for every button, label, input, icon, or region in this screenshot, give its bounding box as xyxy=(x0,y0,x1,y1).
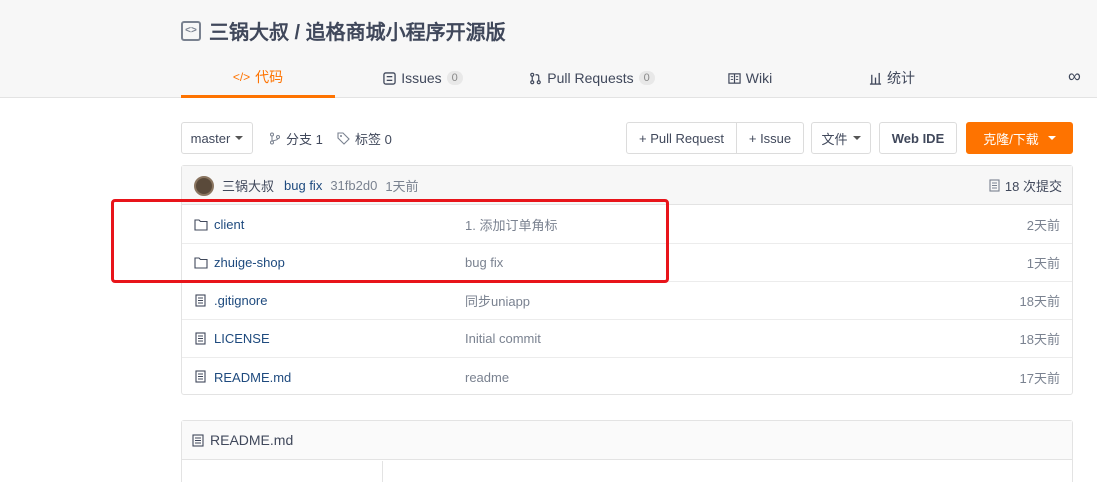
file-icon xyxy=(195,294,206,307)
commit-time: 1天前 xyxy=(385,179,419,194)
tab-code[interactable]: </> 代码 xyxy=(181,58,335,98)
repo-toolbar: master 分支 1 标签 0 + Pull Request + Issue … xyxy=(181,122,1073,154)
file-name[interactable]: .gitignore xyxy=(214,293,267,308)
files-dropdown-label: 文件 xyxy=(821,131,848,147)
commit-count-link[interactable]: 18 次提交 xyxy=(989,166,1062,205)
tab-wiki[interactable]: Wiki xyxy=(695,58,805,98)
tab-stats-label: 统计 xyxy=(887,70,915,86)
readme-header: README.md xyxy=(182,421,1072,460)
new-issue-button[interactable]: + Issue xyxy=(736,122,804,154)
table-row[interactable]: zhuige-shop bug fix 1天前 xyxy=(182,244,1072,282)
new-pull-request-button[interactable]: + Pull Request xyxy=(626,122,737,154)
pull-request-icon xyxy=(530,72,542,84)
clone-download-label: 克隆/下载 xyxy=(983,131,1039,147)
tab-issues[interactable]: Issues 0 xyxy=(355,58,491,98)
clone-download-button[interactable]: 克隆/下载 xyxy=(966,122,1073,154)
file-name[interactable]: LICENSE xyxy=(214,331,270,346)
tab-pull-requests[interactable]: Pull Requests 0 xyxy=(505,58,679,98)
pull-requests-count-badge: 0 xyxy=(638,71,655,85)
branch-select-label: master xyxy=(190,130,231,146)
file-date: 17天前 xyxy=(1019,370,1060,386)
folder-icon xyxy=(194,219,208,231)
file-date: 1天前 xyxy=(1026,256,1060,271)
readme-title: README.md xyxy=(210,432,294,448)
commit-count-label: 18 次提交 xyxy=(1004,179,1062,194)
stats-icon xyxy=(869,72,882,85)
issues-count-badge: 0 xyxy=(446,71,463,85)
branches-label: 分支 1 xyxy=(286,131,323,147)
file-icon xyxy=(989,179,1000,192)
repo-title: <> 三锅大叔 / 追格商城小程序开源版 xyxy=(181,16,506,45)
branch-icon xyxy=(270,132,280,144)
code-icon: </> xyxy=(232,69,251,84)
tab-issues-label: Issues xyxy=(401,70,442,86)
tag-icon xyxy=(337,131,350,145)
file-icon xyxy=(195,332,206,345)
file-commit-message[interactable]: Initial commit xyxy=(465,331,541,346)
commit-hash[interactable]: 31fb2d0 xyxy=(330,178,377,193)
commit-author[interactable]: 三锅大叔 xyxy=(222,176,274,195)
tab-stats[interactable]: 统计 xyxy=(837,58,947,98)
readme-panel: README.md xyxy=(181,420,1073,482)
last-commit-bar: 三锅大叔 bug fix 31fb2d0 1天前 18 次提交 xyxy=(182,166,1072,205)
chevron-down-icon xyxy=(852,136,861,140)
repo-header: <> 三锅大叔 / 追格商城小程序开源版 </> 代码 Issues 0 Pul… xyxy=(0,0,1097,98)
branches-link[interactable]: 分支 1 xyxy=(269,122,323,154)
table-row[interactable]: LICENSE Initial commit 18天前 xyxy=(182,320,1072,358)
avatar[interactable] xyxy=(194,176,214,196)
more-icon[interactable]: ∞ xyxy=(1068,66,1081,87)
folder-icon xyxy=(194,257,208,269)
tab-wiki-label: Wiki xyxy=(745,70,773,86)
tab-pull-requests-label: Pull Requests xyxy=(547,70,634,86)
table-row[interactable]: README.md readme 17天前 xyxy=(182,358,1072,396)
file-date: 18天前 xyxy=(1019,332,1060,347)
readme-icon xyxy=(192,433,204,447)
tags-label: 标签 0 xyxy=(355,131,392,147)
file-table: 三锅大叔 bug fix 31fb2d0 1天前 18 次提交 client 1… xyxy=(181,165,1073,395)
tab-code-label: 代码 xyxy=(255,68,284,85)
file-commit-message[interactable]: 1. 添加订单角标 xyxy=(465,215,557,234)
file-commit-message[interactable]: bug fix xyxy=(465,255,503,270)
repo-icon: <> xyxy=(181,20,201,41)
file-date: 18天前 xyxy=(1019,294,1060,309)
files-dropdown[interactable]: 文件 xyxy=(811,122,871,154)
table-row[interactable]: .gitignore 同步uniapp 18天前 xyxy=(182,282,1072,320)
file-icon xyxy=(195,370,206,383)
repo-title-text[interactable]: 三锅大叔 / 追格商城小程序开源版 xyxy=(209,16,506,45)
branch-select[interactable]: master xyxy=(181,122,253,154)
chevron-down-icon xyxy=(235,136,244,140)
issues-icon xyxy=(383,71,396,85)
file-name[interactable]: README.md xyxy=(214,370,291,385)
last-commit-info: 三锅大叔 bug fix 31fb2d0 1天前 xyxy=(222,166,419,205)
file-date: 2天前 xyxy=(1026,218,1060,233)
table-row[interactable]: client 1. 添加订单角标 2天前 xyxy=(182,206,1072,244)
chevron-down-icon xyxy=(1047,136,1056,140)
file-commit-message[interactable]: readme xyxy=(465,370,509,385)
readme-divider xyxy=(382,461,383,482)
web-ide-button[interactable]: Web IDE xyxy=(879,122,957,154)
repo-tabs: </> 代码 Issues 0 Pull Requests 0 Wiki 统计 xyxy=(181,58,947,98)
file-name[interactable]: zhuige-shop xyxy=(214,255,285,270)
commit-message[interactable]: bug fix xyxy=(284,178,322,193)
wiki-icon xyxy=(728,72,741,84)
tags-link[interactable]: 标签 0 xyxy=(337,122,392,154)
file-name[interactable]: client xyxy=(214,217,244,232)
file-commit-message[interactable]: 同步uniapp xyxy=(465,291,530,310)
